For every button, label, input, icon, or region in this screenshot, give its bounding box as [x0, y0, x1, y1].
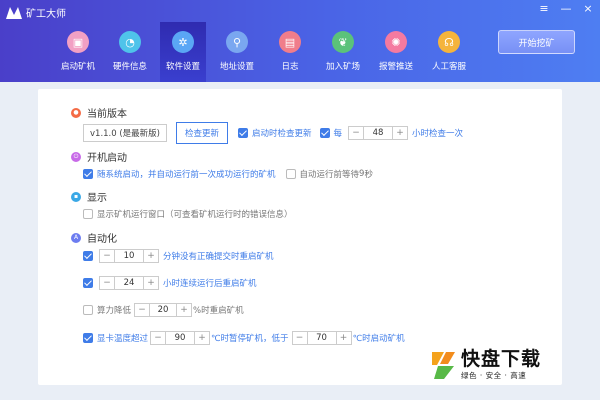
alarm-icon: ✺	[385, 31, 407, 53]
settings-panel: ● 当前版本 v1.1.0 (是最新版) 检查更新 启动时检查更新 每 − 48…	[38, 89, 562, 385]
section-automation-title: 自动化	[87, 234, 117, 245]
automation-icon: A	[71, 232, 81, 243]
decrement-button[interactable]: −	[135, 304, 149, 316]
increment-button[interactable]: +	[144, 277, 158, 289]
hashrate-drop-prefix: 算力降低	[97, 306, 132, 316]
hashrate-drop-value[interactable]: 20	[149, 304, 178, 316]
increment-button[interactable]: +	[144, 250, 158, 262]
pause-temp-value[interactable]: 90	[165, 332, 196, 344]
check-interval-value[interactable]: 48	[363, 127, 394, 139]
temperature-checkbox[interactable]	[83, 333, 93, 343]
resume-temp-stepper: − 70 +	[291, 331, 352, 345]
auto-start-checkbox[interactable]	[83, 169, 93, 179]
headset-icon: ☊	[438, 31, 460, 53]
restart-hours-value[interactable]: 24	[114, 277, 144, 289]
section-display: ▪ 显示	[71, 189, 107, 204]
restart-hours-checkbox[interactable]	[83, 278, 93, 288]
no-submit-minutes-stepper: − 10 +	[99, 249, 159, 263]
display-icon: ▪	[71, 191, 81, 202]
app-logo: 矿工大师	[6, 5, 66, 20]
gauge-icon: ◔	[119, 31, 141, 53]
tab-hardware-info[interactable]: ◔ 硬件信息	[107, 22, 153, 82]
monitor-icon: ▣	[67, 31, 89, 53]
check-on-start-checkbox[interactable]	[238, 128, 248, 138]
wait-before-run-checkbox[interactable]	[285, 169, 296, 179]
decrement-button[interactable]: −	[349, 127, 363, 139]
version-icon: ●	[71, 107, 81, 118]
watermark: 快盘下载 绿色 · 安全 · 高速	[428, 349, 541, 381]
temperature-suffix: ℃时启动矿机	[352, 334, 405, 344]
section-boot-title: 开机启动	[87, 153, 127, 164]
restart-no-submit-label: 分钟没有正确提交时重启矿机	[163, 252, 274, 262]
title-bar: 矿工大师 ≡ — × ▣ 启动矿机 ◔ 硬件信息 ✲ 软件设置 ⚲ 地址设置 ▤…	[0, 0, 600, 82]
auto-start-label: 随系统启动，并自动运行前一次成功运行的矿机	[97, 170, 276, 180]
power-icon: ⏻	[71, 151, 81, 162]
increment-button[interactable]: +	[195, 332, 209, 344]
temperature-prefix: 显卡温度超过	[97, 334, 149, 344]
periodic-check-checkbox[interactable]	[319, 128, 330, 138]
hashrate-drop-checkbox[interactable]	[83, 305, 93, 315]
decrement-button[interactable]: −	[100, 277, 114, 289]
increment-button[interactable]: +	[337, 332, 351, 344]
minimize-icon[interactable]: —	[560, 3, 572, 15]
tab-address-settings[interactable]: ⚲ 地址设置	[214, 22, 260, 82]
restart-hours-stepper: − 24 +	[99, 276, 159, 290]
decrement-button[interactable]: −	[293, 332, 307, 344]
hashrate-drop-stepper: − 20 +	[134, 303, 193, 317]
increment-button[interactable]: +	[177, 304, 191, 316]
check-on-start-label: 启动时检查更新	[252, 129, 312, 139]
section-boot: ⏻ 开机启动	[71, 149, 127, 164]
section-display-title: 显示	[87, 193, 107, 204]
close-icon[interactable]: ×	[582, 3, 594, 15]
pause-temp-stepper: − 90 +	[150, 331, 211, 345]
check-interval-suffix: 小时检查一次	[412, 129, 464, 139]
show-window-label: 显示矿机运行窗口（可查看矿机运行时的错误信息）	[97, 210, 293, 220]
section-version-title: 当前版本	[87, 109, 127, 120]
wait-before-run-label: 自动运行前等待	[299, 170, 360, 180]
plant-icon: ❦	[332, 31, 354, 53]
decrement-button[interactable]: −	[100, 250, 114, 262]
increment-button[interactable]: +	[393, 127, 407, 139]
temperature-middle: ℃时暂停矿机，低于	[211, 334, 289, 344]
tab-software-settings[interactable]: ✲ 软件设置	[160, 22, 206, 82]
menu-icon[interactable]: ≡	[538, 3, 550, 15]
show-window-checkbox[interactable]	[83, 209, 93, 219]
resume-temp-value[interactable]: 70	[306, 332, 337, 344]
decrement-button[interactable]: −	[151, 332, 165, 344]
no-submit-minutes-value[interactable]: 10	[114, 250, 144, 262]
check-interval-stepper: − 48 +	[348, 126, 409, 140]
tab-log[interactable]: ▤ 日志	[267, 22, 313, 82]
document-icon: ▤	[279, 31, 301, 53]
current-version-field: v1.1.0 (是最新版)	[83, 124, 167, 142]
tab-join-farm[interactable]: ❦ 加入矿场	[320, 22, 366, 82]
gear-icon: ✲	[172, 31, 194, 53]
app-logo-icon	[6, 6, 22, 19]
periodic-check-label: 每	[333, 129, 343, 139]
tab-alarm-push[interactable]: ✺ 报警推送	[373, 22, 419, 82]
restart-no-submit-checkbox[interactable]	[83, 251, 93, 261]
restart-hours-label: 小时连续运行后重启矿机	[163, 279, 257, 289]
tab-customer-service[interactable]: ☊ 人工客服	[426, 22, 472, 82]
section-automation: A 自动化	[71, 230, 117, 245]
section-version: ● 当前版本	[71, 105, 127, 120]
watermark-subtitle: 绿色 · 安全 · 高速	[461, 371, 527, 380]
check-update-button[interactable]: 检查更新	[176, 122, 228, 144]
watermark-logo-icon	[432, 352, 455, 379]
location-icon: ⚲	[226, 31, 248, 53]
start-mining-button[interactable]: 开始挖矿	[498, 30, 575, 54]
app-title: 矿工大师	[26, 9, 66, 20]
watermark-title: 快盘下载	[461, 348, 542, 370]
tab-start-miner[interactable]: ▣ 启动矿机	[55, 22, 101, 82]
wait-before-run-suffix: 秒	[364, 170, 373, 180]
hashrate-drop-suffix: %时重启矿机	[193, 306, 244, 316]
